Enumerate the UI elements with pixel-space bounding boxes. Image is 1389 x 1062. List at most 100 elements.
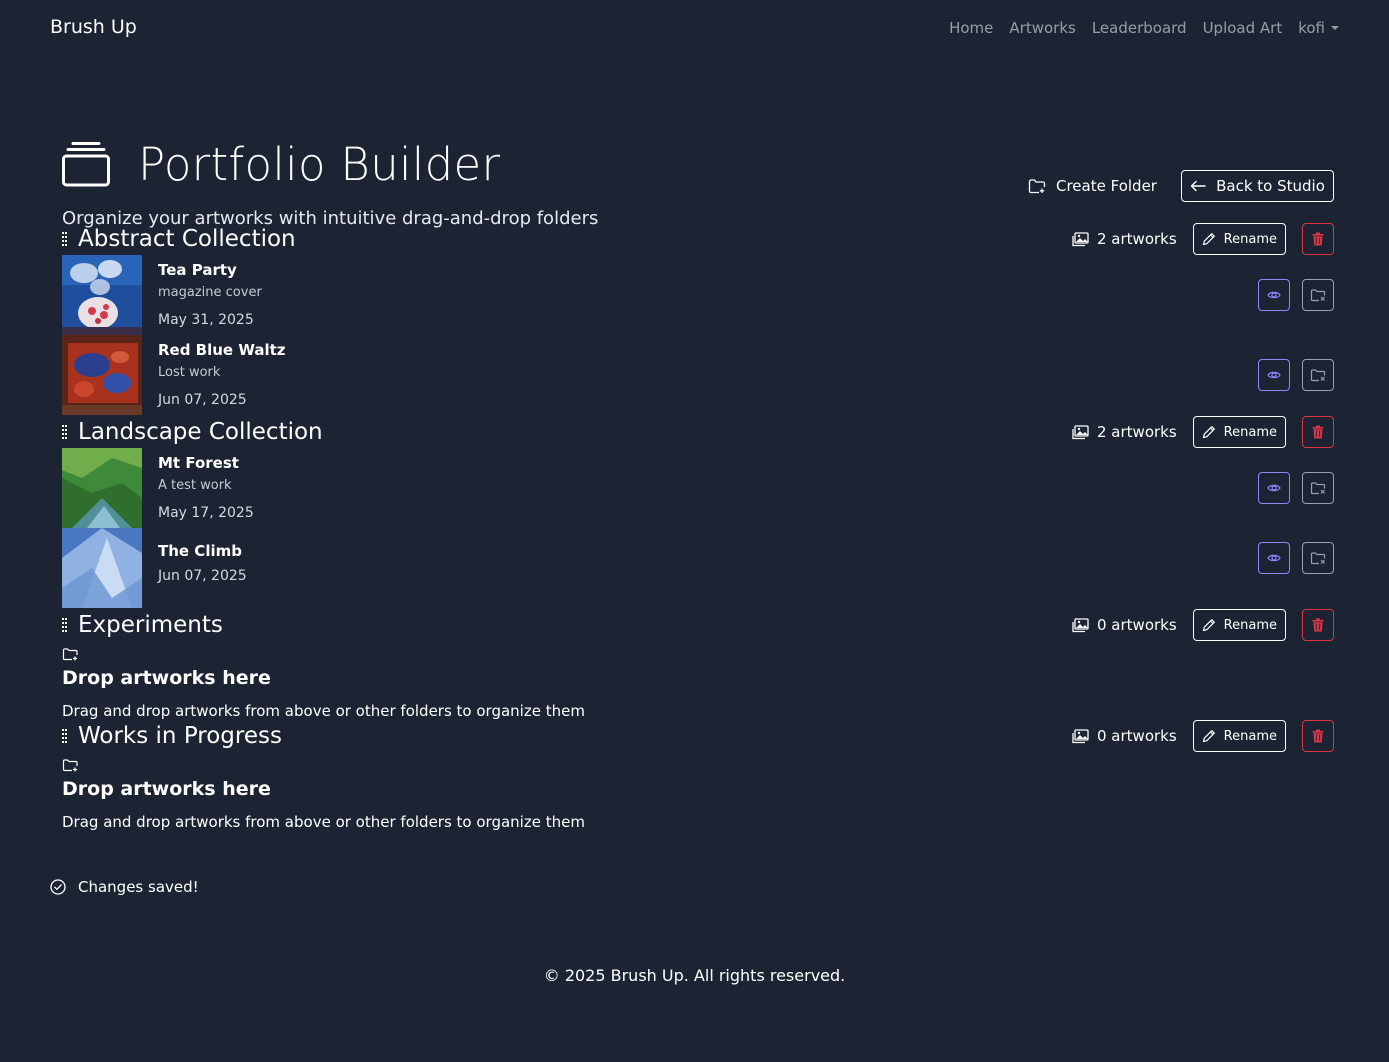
artwork-thumbnail xyxy=(62,528,142,608)
grip-icon[interactable] xyxy=(62,424,68,439)
folder-plus-icon xyxy=(1028,179,1046,194)
create-folder-label: Create Folder xyxy=(1056,177,1157,195)
drop-zone-text: Drag and drop artworks from above or oth… xyxy=(62,813,585,831)
delete-folder-button[interactable] xyxy=(1302,720,1334,752)
remove-from-folder-button[interactable] xyxy=(1302,472,1334,504)
artwork-item-red-blue-waltz[interactable]: Red Blue Waltz Lost work Jun 07, 2025 xyxy=(62,335,1334,415)
remove-from-folder-button[interactable] xyxy=(1302,359,1334,391)
nav-home-link[interactable]: Home xyxy=(949,19,993,37)
rename-folder-button[interactable]: Rename xyxy=(1192,609,1286,641)
back-to-studio-button[interactable]: Back to Studio xyxy=(1181,170,1334,202)
artwork-count: 2 artworks xyxy=(1072,230,1177,248)
pencil-icon xyxy=(1202,619,1215,632)
folder-meta: 0 artworks Rename xyxy=(1072,609,1334,641)
view-artwork-button[interactable] xyxy=(1258,279,1290,311)
drop-zone-title: Drop artworks here xyxy=(62,667,271,689)
grip-icon[interactable] xyxy=(62,728,68,743)
page-title: Portfolio Builder xyxy=(138,138,501,191)
drop-zone[interactable]: Drop artworks here Drag and drop artwork… xyxy=(62,641,1334,720)
folder-abstract-collection[interactable]: Abstract Collection 2 artworks Rename Te… xyxy=(62,222,1334,415)
artwork-item-tea-party[interactable]: Tea Party magazine cover May 31, 2025 xyxy=(62,255,1334,335)
remove-from-folder-button[interactable] xyxy=(1302,542,1334,574)
folder-experiments[interactable]: Experiments 0 artworks Rename Drop artwo… xyxy=(62,608,1334,720)
caret-down-icon xyxy=(1331,26,1339,30)
artwork-count-label: 0 artworks xyxy=(1097,616,1177,634)
view-artwork-button[interactable] xyxy=(1258,472,1290,504)
folder-landscape-collection[interactable]: Landscape Collection 2 artworks Rename M… xyxy=(62,415,1334,608)
folder-plus-icon xyxy=(62,648,78,661)
artwork-count: 2 artworks xyxy=(1072,423,1177,441)
rename-label: Rename xyxy=(1223,424,1277,440)
delete-folder-button[interactable] xyxy=(1302,609,1334,641)
check-circle-icon xyxy=(50,879,66,895)
artwork-date: May 17, 2025 xyxy=(158,505,254,521)
create-folder-button[interactable]: Create Folder xyxy=(1028,170,1157,202)
nav-leaderboard-link[interactable]: Leaderboard xyxy=(1092,19,1187,37)
nav-artworks-link[interactable]: Artworks xyxy=(1009,19,1075,37)
rename-label: Rename xyxy=(1223,231,1277,247)
rename-folder-button[interactable]: Rename xyxy=(1192,223,1286,255)
artwork-thumbnail xyxy=(62,335,142,415)
folder-name: Abstract Collection xyxy=(78,225,296,252)
nav-links: Home Artworks Leaderboard Upload Art kof… xyxy=(949,19,1339,37)
folder-header: Landscape Collection 2 artworks Rename xyxy=(62,415,1334,448)
pencil-icon xyxy=(1202,730,1215,743)
folder-works-in-progress[interactable]: Works in Progress 0 artworks Rename Drop… xyxy=(62,719,1334,831)
artwork-description: Lost work xyxy=(158,365,221,380)
footer-copyright: © 2025 Brush Up. All rights reserved. xyxy=(543,966,846,985)
remove-from-folder-button[interactable] xyxy=(1302,279,1334,311)
user-name: kofi xyxy=(1298,19,1325,37)
artwork-title: Mt Forest xyxy=(158,454,239,472)
folder-meta: 2 artworks Rename xyxy=(1072,223,1334,255)
rename-folder-button[interactable]: Rename xyxy=(1192,416,1286,448)
artwork-date: May 31, 2025 xyxy=(158,312,254,328)
folder-name: Landscape Collection xyxy=(78,418,323,445)
folder-meta: 0 artworks Rename xyxy=(1072,720,1334,752)
folder-plus-icon xyxy=(62,759,78,772)
brand-logo[interactable]: Brush Up xyxy=(50,16,137,38)
view-artwork-button[interactable] xyxy=(1258,359,1290,391)
rename-label: Rename xyxy=(1223,728,1277,744)
delete-folder-button[interactable] xyxy=(1302,223,1334,255)
trash-icon xyxy=(1312,618,1324,632)
artwork-item-mt-forest[interactable]: Mt Forest A test work May 17, 2025 xyxy=(62,448,1334,528)
artwork-description: A test work xyxy=(158,478,232,493)
page-header: Portfolio Builder Organize your artworks… xyxy=(0,58,1389,229)
arrow-left-icon xyxy=(1190,180,1206,192)
artwork-count: 0 artworks xyxy=(1072,616,1177,634)
folder-x-icon xyxy=(1310,289,1326,302)
eye-icon xyxy=(1267,291,1281,299)
folders-list: Abstract Collection 2 artworks Rename Te… xyxy=(62,222,1334,831)
eye-icon xyxy=(1267,554,1281,562)
artwork-actions xyxy=(1258,472,1334,504)
images-icon xyxy=(1072,617,1089,632)
artwork-count-label: 0 artworks xyxy=(1097,727,1177,745)
delete-folder-button[interactable] xyxy=(1302,416,1334,448)
drop-zone[interactable]: Drop artworks here Drag and drop artwork… xyxy=(62,752,1334,831)
nav-upload-art-link[interactable]: Upload Art xyxy=(1203,19,1283,37)
save-status: Changes saved! xyxy=(50,878,199,896)
drop-zone-title: Drop artworks here xyxy=(62,778,271,800)
back-to-studio-label: Back to Studio xyxy=(1216,177,1325,195)
collection-icon xyxy=(62,142,110,187)
artwork-actions xyxy=(1258,359,1334,391)
artwork-count-label: 2 artworks xyxy=(1097,423,1177,441)
rename-label: Rename xyxy=(1223,617,1277,633)
grip-icon[interactable] xyxy=(62,231,68,246)
folder-header: Abstract Collection 2 artworks Rename xyxy=(62,222,1334,255)
trash-icon xyxy=(1312,425,1324,439)
artwork-thumbnail xyxy=(62,255,142,335)
folder-meta: 2 artworks Rename xyxy=(1072,416,1334,448)
rename-folder-button[interactable]: Rename xyxy=(1192,720,1286,752)
images-icon xyxy=(1072,231,1089,246)
images-icon xyxy=(1072,424,1089,439)
view-artwork-button[interactable] xyxy=(1258,542,1290,574)
user-menu-toggle[interactable]: kofi xyxy=(1298,19,1339,37)
artwork-count-label: 2 artworks xyxy=(1097,230,1177,248)
artwork-title: Tea Party xyxy=(158,261,237,279)
folder-x-icon xyxy=(1310,552,1326,565)
grip-icon[interactable] xyxy=(62,617,68,632)
trash-icon xyxy=(1312,232,1324,246)
artwork-item-the-climb[interactable]: The Climb Jun 07, 2025 xyxy=(62,528,1334,608)
artwork-date: Jun 07, 2025 xyxy=(158,568,247,584)
